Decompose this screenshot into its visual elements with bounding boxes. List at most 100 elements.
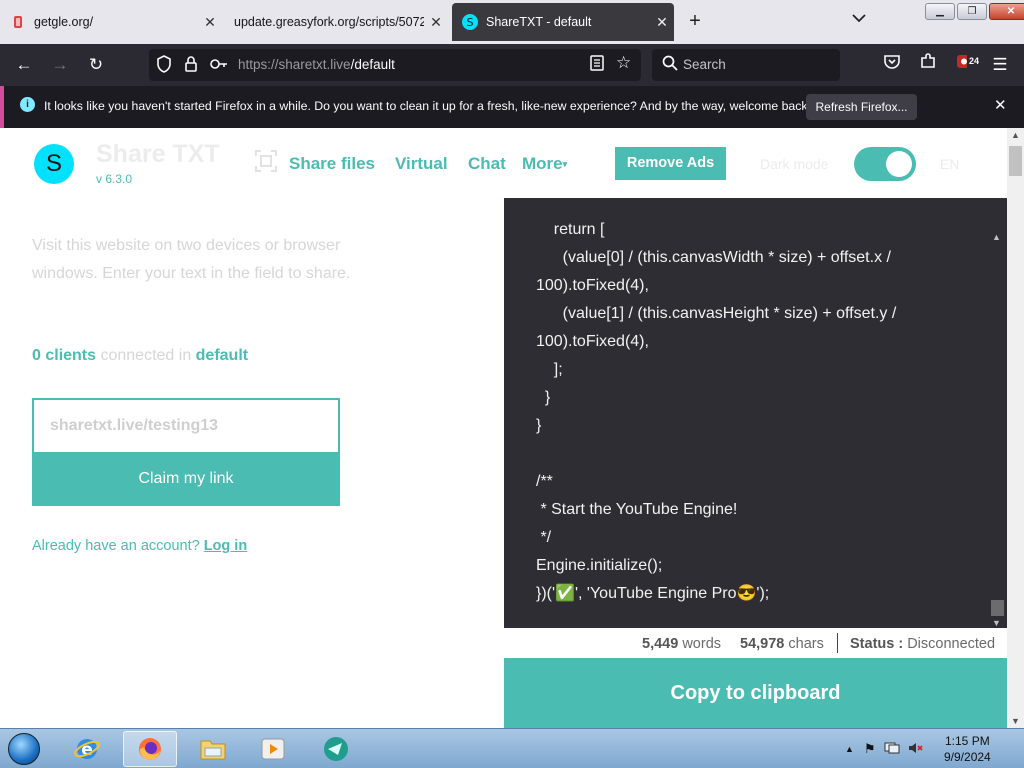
search-icon: [662, 55, 678, 74]
word-count: 5,449 words: [642, 636, 722, 652]
windows-orb-icon: [8, 733, 40, 765]
media-player-icon[interactable]: [246, 731, 300, 767]
sharetxt-favicon-icon: S: [462, 14, 478, 30]
nav-chat[interactable]: Chat: [468, 154, 506, 174]
page-scroll-up-icon[interactable]: ▲: [1011, 130, 1020, 140]
getgle-favicon-icon: [10, 14, 26, 30]
notification-close-icon[interactable]: ✕: [994, 96, 1007, 114]
url-text[interactable]: https://sharetxt.live/default: [238, 57, 395, 72]
language-selector[interactable]: EN: [940, 156, 959, 172]
login-link[interactable]: Log in: [204, 538, 248, 554]
list-all-tabs-chevron-down-icon[interactable]: [852, 10, 866, 26]
system-tray: ▲ ⚑: [845, 729, 924, 768]
tab-title: update.greasyfork.org/scripts/50723: [234, 15, 424, 29]
addon-badge-icon[interactable]: 24: [951, 48, 981, 78]
window-controls: ▁ ❐ ✕: [925, 3, 1024, 20]
nav-share-files[interactable]: Share files: [289, 154, 375, 174]
clients-count: 0 clients: [32, 347, 97, 364]
nav-virtual[interactable]: Virtual: [395, 154, 448, 174]
page-scroll-down-icon[interactable]: ▼: [1011, 716, 1020, 726]
editor-scrollbar[interactable]: ▲ ▼: [990, 232, 1005, 632]
search-placeholder: Search: [683, 57, 726, 72]
account-prompt: Already have an account? Log in: [32, 538, 247, 554]
file-explorer-icon[interactable]: [186, 731, 240, 767]
reload-icon[interactable]: ↻: [83, 52, 109, 78]
tab-close-icon[interactable]: ✕: [198, 14, 222, 31]
show-hidden-icons-icon[interactable]: ▲: [845, 744, 854, 754]
action-center-flag-icon[interactable]: ⚑: [864, 741, 876, 757]
firefox-refresh-notification: i It looks like you haven't started Fire…: [0, 86, 1024, 128]
svg-text:S: S: [467, 16, 474, 29]
new-tab-button[interactable]: +: [682, 8, 708, 34]
window-close-button[interactable]: ✕: [989, 3, 1024, 20]
editor-content[interactable]: return [ (value[0] / (this.canvasWidth *…: [536, 216, 986, 608]
status-divider: [837, 633, 838, 653]
forward-arrow-icon[interactable]: →: [47, 52, 73, 78]
shared-text-editor[interactable]: return [ (value[0] / (this.canvasWidth *…: [504, 198, 1007, 658]
refresh-firefox-button[interactable]: Refresh Firefox...: [806, 94, 917, 120]
clients-status: 0 clients connected in default: [32, 347, 248, 365]
copy-to-clipboard-button[interactable]: Copy to clipboard: [504, 658, 1007, 728]
page-scrollbar[interactable]: ▲ ▼: [1007, 128, 1024, 728]
tab-greasyfork[interactable]: update.greasyfork.org/scripts/50723 ✕: [222, 3, 448, 41]
scroll-down-arrow-icon[interactable]: ▼: [992, 618, 1001, 628]
nav-more[interactable]: More▾: [522, 154, 567, 174]
custom-link-input[interactable]: [34, 400, 338, 452]
internet-explorer-icon[interactable]: e: [60, 731, 114, 767]
reader-view-icon[interactable]: [590, 55, 604, 74]
dark-mode-toggle[interactable]: [854, 147, 916, 181]
room-name: default: [195, 347, 249, 364]
minimize-button[interactable]: ▁: [925, 3, 955, 20]
windows-taskbar: e ▲ ⚑ 1:15 PM 9/9/2024: [0, 728, 1024, 768]
network-icon[interactable]: [884, 741, 900, 758]
scroll-up-arrow-icon[interactable]: ▲: [992, 232, 1001, 242]
notification-message: It looks like you haven't started Firefo…: [44, 99, 811, 113]
url-bar[interactable]: https://sharetxt.live/default ☆: [149, 49, 641, 81]
taskbar-clock[interactable]: 1:15 PM 9/9/2024: [944, 733, 991, 765]
menu-hamburger-icon[interactable]: ☰: [987, 52, 1013, 78]
search-bar[interactable]: Search: [652, 49, 840, 81]
volume-muted-icon[interactable]: [908, 741, 924, 758]
tab-close-icon[interactable]: ✕: [424, 14, 448, 31]
firefox-taskbar-icon[interactable]: [123, 731, 177, 767]
clock-date: 9/9/2024: [944, 750, 991, 764]
tab-title: ShareTXT - default: [486, 15, 592, 29]
navigation-bar: ← → ↻ https://sharetxt.live/default ☆ Se…: [0, 44, 1024, 86]
tab-close-icon[interactable]: ✕: [650, 14, 674, 31]
addon-count-badge: 24: [966, 48, 981, 74]
start-button[interactable]: [2, 730, 46, 768]
tab-title: getgle.org/: [34, 15, 94, 29]
caret-down-icon: ▾: [562, 159, 568, 170]
lock-icon[interactable]: [184, 55, 198, 76]
account-text: Already have an account?: [32, 538, 200, 554]
site-header: S Share TXT v 6.3.0 Share files Virtual …: [0, 128, 1007, 198]
editor-status-line: 5,449 words 54,978 chars Status : Discon…: [504, 628, 1007, 658]
bookmark-star-icon[interactable]: ☆: [616, 53, 631, 73]
page-scroll-thumb[interactable]: [1009, 146, 1022, 176]
clock-time: 1:15 PM: [945, 734, 990, 748]
sharetxt-logo[interactable]: S: [34, 144, 74, 184]
shield-icon[interactable]: [156, 55, 172, 76]
tab-sharetxt[interactable]: S ShareTXT - default ✕: [452, 3, 674, 41]
qr-code-icon[interactable]: [255, 150, 277, 172]
nav-more-label: More: [522, 154, 563, 173]
toggle-knob: [886, 151, 912, 177]
permissions-key-icon[interactable]: [209, 55, 229, 76]
back-arrow-icon[interactable]: ←: [11, 52, 37, 78]
editor-scroll-thumb[interactable]: [991, 600, 1004, 616]
app-taskbar-icon[interactable]: [310, 731, 364, 767]
claim-link-button[interactable]: Claim my link: [34, 452, 338, 506]
intro-text: Visit this website on two devices or bro…: [32, 237, 351, 282]
extensions-puzzle-icon[interactable]: [915, 52, 941, 78]
connection-status: Status : Disconnected: [850, 636, 996, 652]
pocket-icon[interactable]: [879, 52, 905, 78]
version-label: v 6.3.0: [96, 172, 133, 186]
char-count: 54,978 chars: [740, 636, 824, 652]
site-brand[interactable]: Share TXT: [96, 140, 220, 169]
clients-mid-text: connected in: [96, 347, 196, 364]
tab-getgle[interactable]: getgle.org/ ✕: [0, 3, 222, 41]
restore-button[interactable]: ❐: [957, 3, 987, 20]
remove-ads-button[interactable]: Remove Ads: [615, 147, 726, 180]
claim-link-form: Claim my link: [32, 398, 340, 506]
info-icon: i: [20, 97, 35, 112]
